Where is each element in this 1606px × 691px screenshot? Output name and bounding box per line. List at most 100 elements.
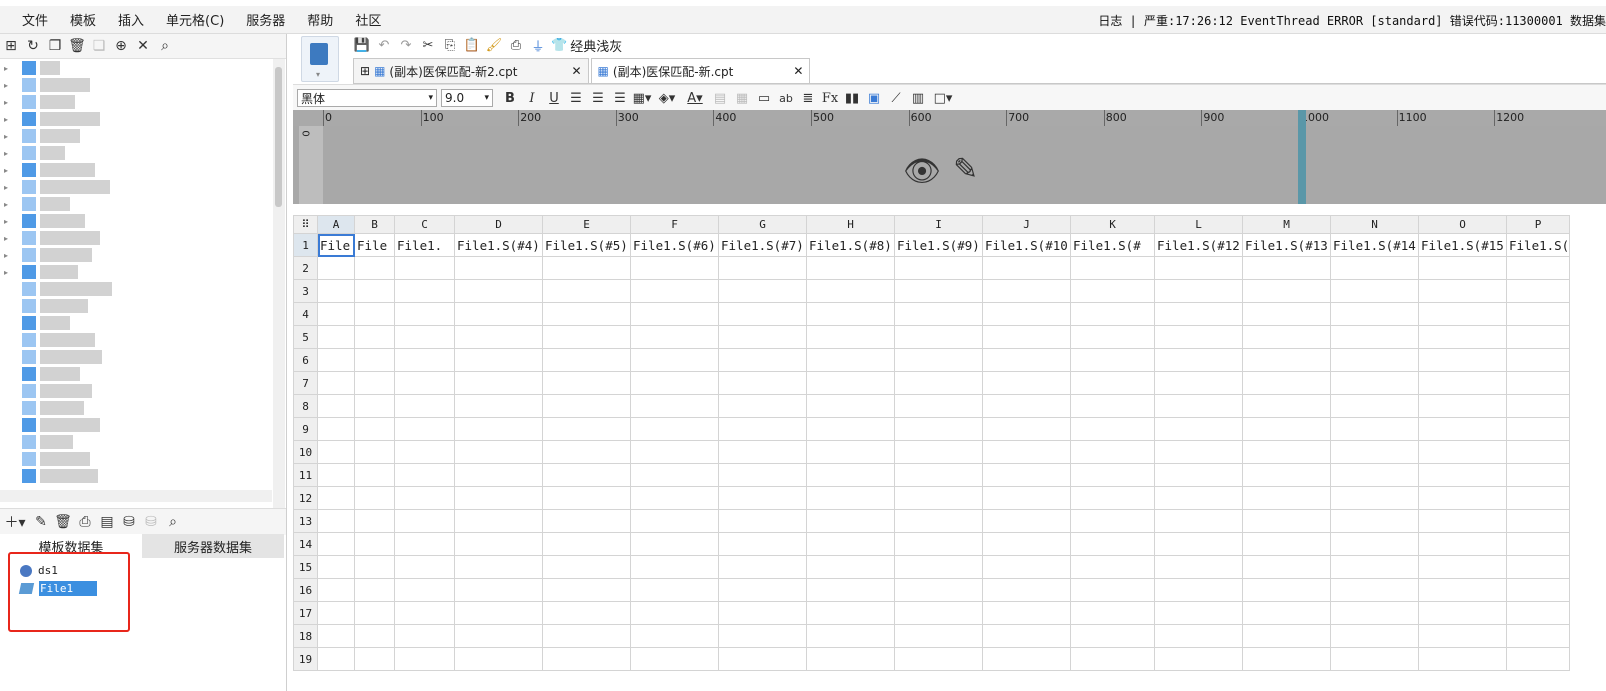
cell-n11[interactable] <box>1330 463 1419 487</box>
formula-icon[interactable]: Fx <box>819 88 841 108</box>
cell-f15[interactable] <box>630 555 719 579</box>
menu-help[interactable]: 帮助 <box>307 10 333 29</box>
menu-file[interactable]: 文件 <box>22 10 48 29</box>
cell-g8[interactable] <box>718 394 807 418</box>
row-header[interactable]: 4 <box>293 302 318 326</box>
cell-e17[interactable] <box>542 601 631 625</box>
row-header[interactable]: 3 <box>293 279 318 303</box>
cell-k15[interactable] <box>1070 555 1155 579</box>
cell-p14[interactable] <box>1505 532 1571 556</box>
column-header-a[interactable]: A <box>317 215 355 234</box>
cell-d8[interactable] <box>454 394 543 418</box>
cell-d1[interactable]: File1.S(#4) <box>454 233 543 257</box>
cell-b6[interactable] <box>354 348 395 372</box>
cell-e10[interactable] <box>542 440 631 464</box>
bold-icon[interactable]: B <box>499 88 521 108</box>
cell-j12[interactable] <box>982 486 1071 510</box>
cell-h5[interactable] <box>806 325 895 349</box>
cell-b7[interactable] <box>354 371 395 395</box>
cell-o16[interactable] <box>1418 578 1507 602</box>
cell-b3[interactable] <box>354 279 395 303</box>
row-header[interactable]: 11 <box>293 463 318 487</box>
cell-d12[interactable] <box>454 486 543 510</box>
cell-i9[interactable] <box>894 417 983 441</box>
column-header-d[interactable]: D <box>454 215 543 234</box>
chart-icon[interactable]: ▮▮ <box>841 88 863 108</box>
cell-e1[interactable]: File1.S(#5) <box>542 233 631 257</box>
redo-icon[interactable]: ↷ <box>395 35 417 55</box>
cell-a15[interactable] <box>317 555 355 579</box>
richtext-icon[interactable]: ≣ <box>797 88 819 108</box>
cell-b2[interactable] <box>354 256 395 280</box>
cell-j18[interactable] <box>982 624 1071 648</box>
cell-g18[interactable] <box>718 624 807 648</box>
menu-cell[interactable]: 单元格(C) <box>166 10 224 29</box>
cell-f6[interactable] <box>630 348 719 372</box>
row-header[interactable]: 6 <box>293 348 318 372</box>
tree-item[interactable] <box>0 350 272 367</box>
cell-l7[interactable] <box>1154 371 1243 395</box>
cell-g15[interactable] <box>718 555 807 579</box>
cell-n16[interactable] <box>1330 578 1419 602</box>
cell-n8[interactable] <box>1330 394 1419 418</box>
tab-server-dataset[interactable]: 服务器数据集 <box>142 534 284 558</box>
cell-i14[interactable] <box>894 532 983 556</box>
cell-d11[interactable] <box>454 463 543 487</box>
tree-item[interactable]: ▸ <box>0 95 272 112</box>
cell-n2[interactable] <box>1330 256 1419 280</box>
tree-item[interactable] <box>0 316 272 333</box>
column-header-k[interactable]: K <box>1070 215 1155 234</box>
cell-o4[interactable] <box>1418 302 1507 326</box>
cell-n5[interactable] <box>1330 325 1419 349</box>
cell-g5[interactable] <box>718 325 807 349</box>
tree-item[interactable] <box>0 333 272 350</box>
cell-k19[interactable] <box>1070 647 1155 671</box>
cell-k9[interactable] <box>1070 417 1155 441</box>
column-header-i[interactable]: I <box>894 215 983 234</box>
tree-item[interactable] <box>0 299 272 316</box>
column-header-j[interactable]: J <box>982 215 1071 234</box>
cell-g13[interactable] <box>718 509 807 533</box>
cell-d18[interactable] <box>454 624 543 648</box>
cell-f7[interactable] <box>630 371 719 395</box>
cell-g2[interactable] <box>718 256 807 280</box>
cell-o11[interactable] <box>1418 463 1507 487</box>
column-header-o[interactable]: O <box>1418 215 1507 234</box>
page-boundary[interactable] <box>1298 110 1306 204</box>
tree-item[interactable] <box>0 401 272 418</box>
column-header-e[interactable]: E <box>542 215 631 234</box>
cell-h19[interactable] <box>806 647 895 671</box>
cell-a6[interactable] <box>317 348 355 372</box>
cell-k7[interactable] <box>1070 371 1155 395</box>
cell-m17[interactable] <box>1242 601 1331 625</box>
cell-p3[interactable] <box>1505 279 1571 303</box>
column-header-h[interactable]: H <box>806 215 895 234</box>
cell-c9[interactable] <box>394 417 455 441</box>
preview-icon[interactable]: ⎙ <box>505 35 527 55</box>
cell-k6[interactable] <box>1070 348 1155 372</box>
cell-j15[interactable] <box>982 555 1071 579</box>
tree-item[interactable] <box>0 469 272 486</box>
cell-e7[interactable] <box>542 371 631 395</box>
save-icon[interactable]: 💾 <box>351 35 373 55</box>
cell-n3[interactable] <box>1330 279 1419 303</box>
cell-n14[interactable] <box>1330 532 1419 556</box>
cell-i2[interactable] <box>894 256 983 280</box>
cell-e16[interactable] <box>542 578 631 602</box>
cell-c5[interactable] <box>394 325 455 349</box>
cell-c12[interactable] <box>394 486 455 510</box>
expand-arrow-icon[interactable]: ▸ <box>4 217 8 226</box>
tree-item[interactable]: ▸ <box>0 214 272 231</box>
row-header[interactable]: 16 <box>293 578 318 602</box>
edit-pencil-icon[interactable]: ✎ <box>953 152 978 187</box>
tree-item[interactable]: ▸ <box>0 248 272 265</box>
expand-arrow-icon[interactable]: ▸ <box>4 132 8 141</box>
cell-j1[interactable]: File1.S(#10 <box>982 233 1071 257</box>
cell-n18[interactable] <box>1330 624 1419 648</box>
cell-m12[interactable] <box>1242 486 1331 510</box>
file-tree-scrollbar[interactable] <box>273 59 285 514</box>
expand-arrow-icon[interactable]: ▸ <box>4 98 8 107</box>
cell-g11[interactable] <box>718 463 807 487</box>
cell-i6[interactable] <box>894 348 983 372</box>
cell-e14[interactable] <box>542 532 631 556</box>
